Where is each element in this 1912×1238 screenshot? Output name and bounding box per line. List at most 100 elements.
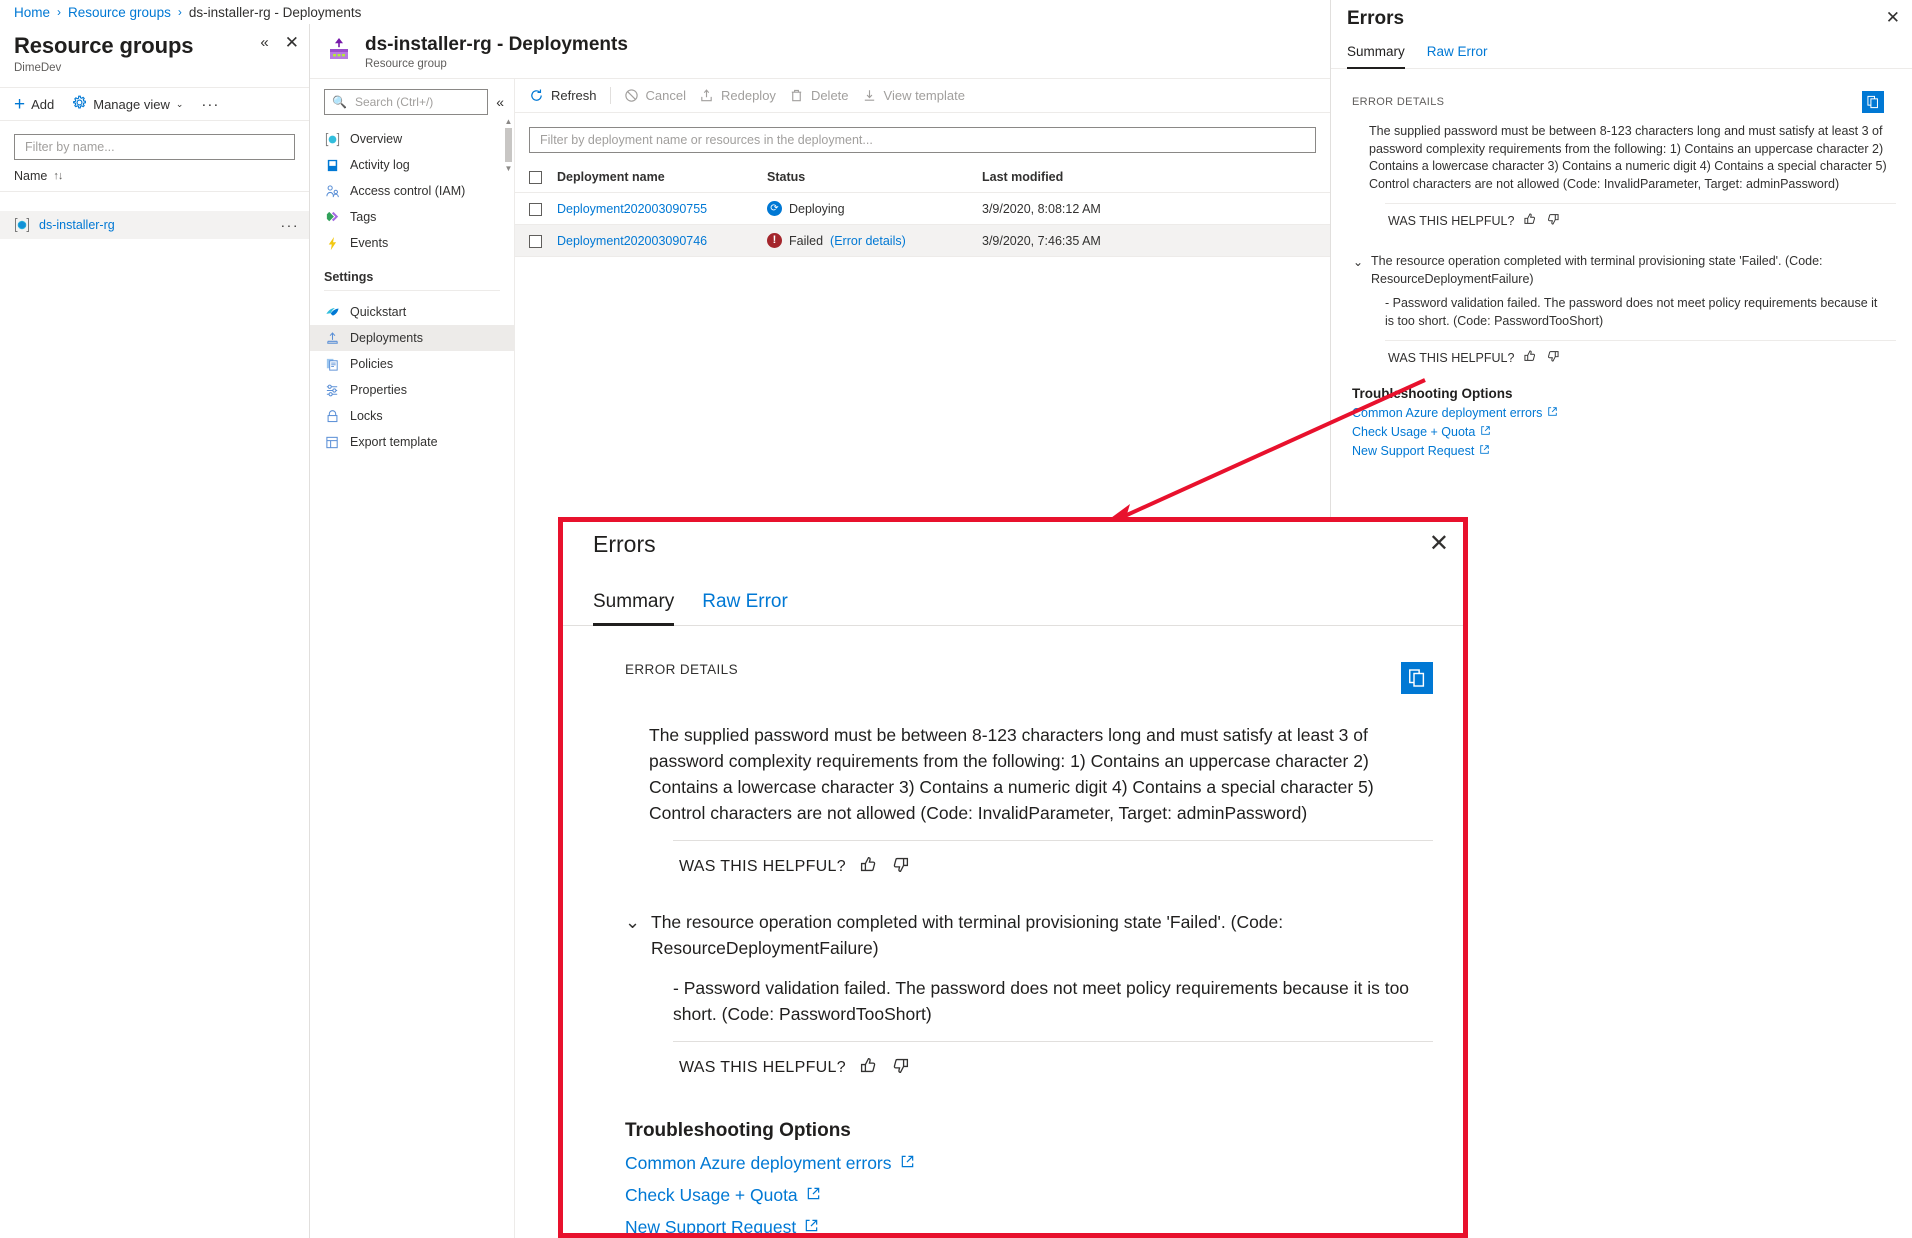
- deployment-filter-input[interactable]: [538, 132, 1307, 148]
- thumbs-up-icon[interactable]: [1523, 212, 1537, 229]
- select-all-checkbox[interactable]: [529, 171, 542, 185]
- link-check-usage-quota[interactable]: Check Usage + Quota: [1352, 420, 1896, 439]
- deployment-name-cell[interactable]: Deployment202003090746: [557, 224, 767, 258]
- chevron-down-icon[interactable]: ⌄: [1353, 253, 1365, 288]
- table-row[interactable]: Deployment202003090755 ⟳ Deploying 3/9/2…: [515, 192, 1330, 226]
- thumbs-down-icon[interactable]: [1546, 212, 1560, 229]
- row-select-cell[interactable]: [515, 224, 557, 258]
- tab-summary[interactable]: Summary: [1347, 44, 1405, 69]
- sidebar-item-access-control[interactable]: Access control (IAM): [310, 178, 514, 204]
- thumbs-up-icon[interactable]: [1523, 349, 1537, 366]
- close-icon[interactable]: ✕: [285, 34, 299, 51]
- link-label: New Support Request: [625, 1217, 797, 1237]
- select-all-header[interactable]: [515, 165, 557, 194]
- error-details-label: ERROR DETAILS: [625, 662, 738, 677]
- quickstart-icon: [324, 304, 340, 320]
- sidebar-item-activity-log[interactable]: Activity log: [310, 152, 514, 178]
- more-commands-button[interactable]: ···: [201, 96, 219, 113]
- redeploy-button[interactable]: Redeploy: [699, 88, 789, 103]
- row-checkbox[interactable]: [529, 234, 542, 248]
- breadcrumb-resource-groups[interactable]: Resource groups: [68, 5, 171, 20]
- tags-icon: [324, 209, 340, 225]
- toolbar-divider: [609, 87, 611, 104]
- deployment-filter-field[interactable]: [529, 127, 1316, 153]
- delete-button[interactable]: Delete: [789, 88, 862, 103]
- sidebar-item-export-template[interactable]: Export template: [310, 429, 514, 455]
- gear-icon: [72, 95, 87, 113]
- add-button[interactable]: + Add: [14, 95, 54, 114]
- name-column-header[interactable]: Name ↑↓: [0, 160, 309, 191]
- link-new-support-request[interactable]: New Support Request: [563, 1206, 1463, 1237]
- column-header-last-modified[interactable]: Last modified: [982, 165, 1330, 194]
- deployment-name-link[interactable]: Deployment202003090746: [557, 234, 707, 248]
- manage-view-label: Manage view: [93, 96, 170, 112]
- row-select-cell[interactable]: [515, 192, 557, 226]
- breadcrumb-home[interactable]: Home: [14, 5, 50, 20]
- column-header-deployment-name[interactable]: Deployment name: [557, 165, 767, 194]
- deployment-name-link[interactable]: Deployment202003090755: [557, 202, 707, 216]
- callout-errors-tabs: Summary Raw Error: [563, 591, 1463, 626]
- sidebar-item-label: Deployments: [350, 331, 423, 345]
- delete-icon: [789, 88, 804, 103]
- filter-by-name-input[interactable]: [23, 139, 286, 155]
- sidebar-item-locks[interactable]: Locks: [310, 403, 514, 429]
- error-entry-2: ⌄ The resource operation completed with …: [1352, 231, 1896, 368]
- search-input[interactable]: [352, 94, 481, 110]
- table-row[interactable]: Deployment202003090746 ! Failed (Error d…: [515, 224, 1330, 258]
- resource-groups-command-bar: + Add Manage view ⌄ ···: [0, 87, 309, 121]
- status-text: Failed: [789, 233, 824, 248]
- thumbs-down-icon[interactable]: [1546, 349, 1560, 366]
- errors-title: Errors: [1347, 8, 1405, 29]
- copy-icon[interactable]: [1401, 662, 1433, 694]
- link-label: Common Azure deployment errors: [625, 1153, 892, 1173]
- chevron-double-left-icon[interactable]: «: [260, 35, 268, 50]
- copy-icon[interactable]: [1862, 91, 1884, 113]
- blade-title: ds-installer-rg - Deployments: [365, 34, 628, 55]
- filter-by-name-field[interactable]: [14, 134, 295, 160]
- close-icon[interactable]: ✕: [1886, 8, 1900, 28]
- sidebar-item-deployments[interactable]: Deployments: [310, 325, 514, 351]
- close-icon[interactable]: ✕: [1429, 532, 1449, 556]
- sidebar-item-policies[interactable]: Policies: [310, 351, 514, 377]
- error-details-link[interactable]: (Error details): [830, 234, 906, 248]
- resource-group-name[interactable]: ds-installer-rg: [39, 218, 115, 232]
- column-header-status[interactable]: Status: [767, 165, 982, 194]
- manage-view-button[interactable]: Manage view ⌄: [72, 95, 183, 113]
- troubleshooting-title: Troubleshooting Options: [1352, 386, 1513, 401]
- was-this-helpful-2: WAS THIS HELPFUL?: [1352, 341, 1896, 368]
- row-context-menu-icon[interactable]: ···: [281, 217, 300, 233]
- view-template-label: View template: [883, 88, 965, 103]
- link-common-azure-deployment-errors[interactable]: Common Azure deployment errors: [563, 1142, 1463, 1174]
- sidebar-item-properties[interactable]: Properties: [310, 377, 514, 403]
- link-new-support-request[interactable]: New Support Request: [1352, 439, 1896, 458]
- chevron-double-left-icon[interactable]: «: [494, 94, 506, 110]
- sidebar-item-tags[interactable]: Tags: [310, 204, 514, 230]
- link-check-usage-quota[interactable]: Check Usage + Quota: [563, 1174, 1463, 1206]
- was-this-helpful-2: WAS THIS HELPFUL?: [625, 1042, 1433, 1080]
- scroll-up-icon[interactable]: ▲: [504, 117, 513, 126]
- link-common-azure-deployment-errors[interactable]: Common Azure deployment errors: [1352, 401, 1896, 420]
- deployment-name-cell[interactable]: Deployment202003090755: [557, 192, 767, 226]
- resource-group-row-ds-installer-rg[interactable]: ds-installer-rg ···: [0, 211, 309, 239]
- scrollbar-thumb[interactable]: [505, 128, 512, 162]
- scroll-down-icon[interactable]: ▼: [504, 164, 513, 173]
- thumbs-up-icon[interactable]: [859, 855, 878, 879]
- refresh-button[interactable]: Refresh: [529, 88, 610, 103]
- tab-raw-error[interactable]: Raw Error: [1427, 44, 1488, 68]
- tab-summary[interactable]: Summary: [593, 591, 675, 626]
- resource-menu-scrollbar[interactable]: ▲ ▼: [504, 117, 513, 417]
- sidebar-item-events[interactable]: Events: [310, 230, 514, 256]
- chevron-down-icon[interactable]: ⌄: [625, 909, 641, 961]
- tab-raw-error[interactable]: Raw Error: [702, 591, 788, 625]
- thumbs-down-icon[interactable]: [891, 855, 910, 879]
- thumbs-down-icon[interactable]: [891, 1056, 910, 1080]
- sidebar-item-overview[interactable]: Overview: [310, 126, 514, 152]
- sidebar-item-quickstart[interactable]: Quickstart: [310, 299, 514, 325]
- cancel-button[interactable]: Cancel: [624, 88, 699, 103]
- was-this-helpful-label: WAS THIS HELPFUL?: [1388, 350, 1515, 365]
- row-checkbox[interactable]: [529, 202, 542, 216]
- search-field[interactable]: 🔍: [324, 89, 489, 115]
- thumbs-up-icon[interactable]: [859, 1056, 878, 1080]
- view-template-button[interactable]: View template: [862, 88, 978, 103]
- activity-log-icon: [324, 157, 340, 173]
